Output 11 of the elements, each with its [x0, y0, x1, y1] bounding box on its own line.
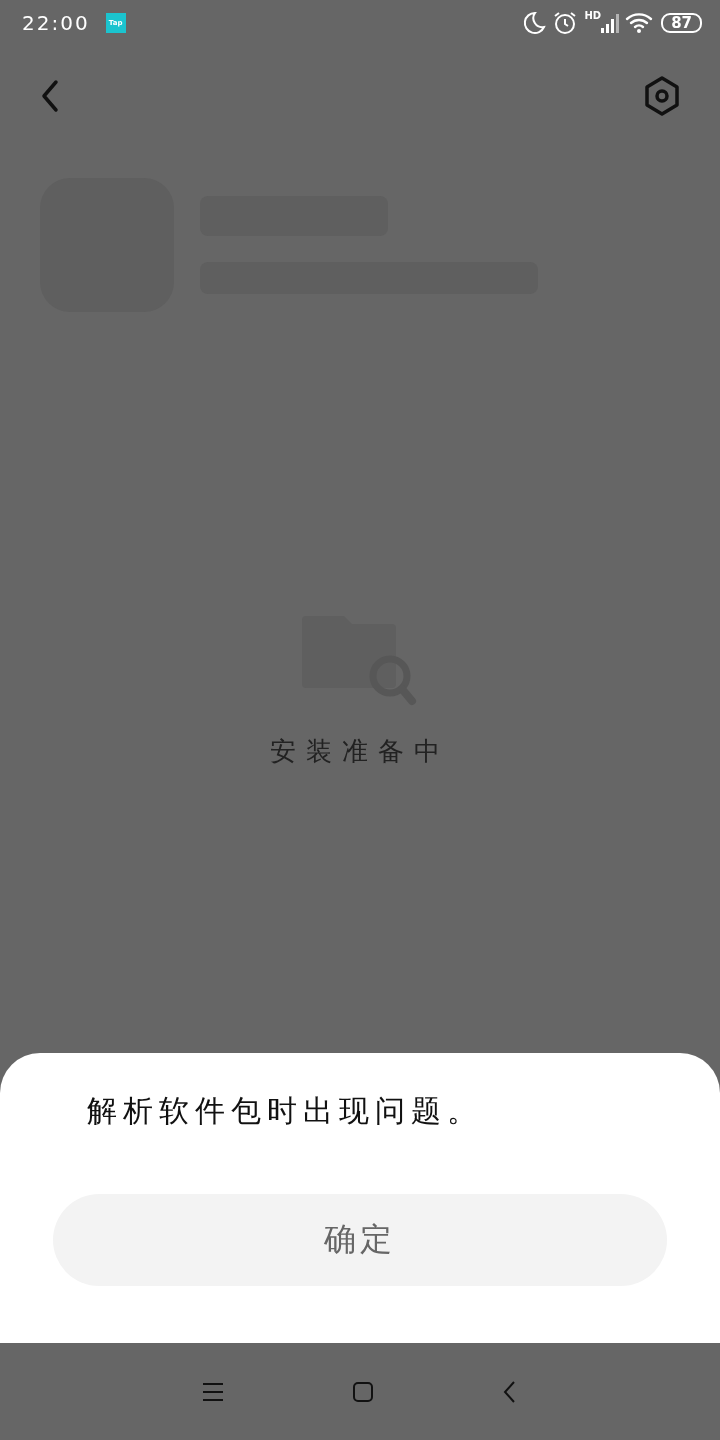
menu-icon[interactable]	[202, 1381, 224, 1402]
back-icon[interactable]	[502, 1379, 518, 1404]
confirm-button[interactable]: 确定	[53, 1194, 667, 1286]
settings-icon[interactable]	[642, 75, 682, 117]
signal-icon	[601, 12, 620, 34]
dialog-message: 解析软件包时出现问题。	[86, 1092, 484, 1130]
home-icon[interactable]	[352, 1380, 374, 1403]
network-type-label: HD	[584, 10, 602, 21]
status-message: 安装准备中	[270, 735, 450, 768]
battery-indicator: 87	[661, 13, 702, 33]
status-time: 22:00	[22, 11, 90, 35]
